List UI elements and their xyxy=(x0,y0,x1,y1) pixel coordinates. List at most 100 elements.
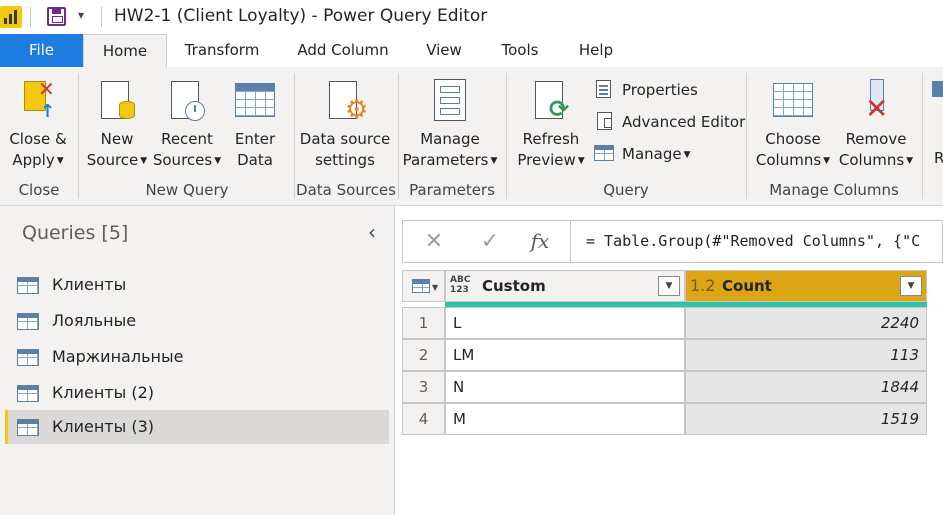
chevron-down-icon: ▼ xyxy=(214,156,222,166)
query-label: Маржинальные xyxy=(52,347,184,366)
filter-dropdown-button[interactable]: ▼ xyxy=(658,276,680,296)
cell-custom[interactable]: LM xyxy=(445,339,685,371)
tab-help[interactable]: Help xyxy=(570,34,622,67)
query-item[interactable]: Лояльные xyxy=(5,304,389,338)
cell-count[interactable]: 1844 xyxy=(685,371,927,403)
filter-dropdown-button[interactable]: ▼ xyxy=(900,276,922,296)
column-name: Count xyxy=(722,277,772,295)
query-item-selected[interactable]: Клиенты (3) xyxy=(5,410,389,444)
formula-divider xyxy=(570,221,571,262)
close-apply-button[interactable]: ✕ ↑ Close & Apply ▼ xyxy=(4,77,72,172)
chevron-down-icon: ▼ xyxy=(683,150,691,160)
queries-pane: Queries [5] ‹ Клиенты Лояльные Маржиналь… xyxy=(0,206,395,515)
group-label-query: Query xyxy=(603,181,649,199)
close-apply-label-1: Close & xyxy=(9,130,67,148)
cell-custom[interactable]: N xyxy=(445,371,685,403)
group-divider xyxy=(78,73,79,199)
row-index[interactable]: 1 xyxy=(402,307,445,339)
table-icon xyxy=(17,277,39,294)
manage-label: Manage xyxy=(622,145,682,163)
query-item[interactable]: Клиенты (2) xyxy=(5,376,389,410)
new-source-button[interactable]: New Source ▼ xyxy=(84,77,150,172)
tab-view[interactable]: View xyxy=(418,34,470,67)
query-label: Клиенты (2) xyxy=(52,383,154,402)
recent-sources-label-1: Recent xyxy=(161,130,213,148)
choose-columns-label-1: Choose xyxy=(765,130,821,148)
cancel-formula-button[interactable]: ✕ xyxy=(407,221,461,262)
refresh-preview-label-1: Refresh xyxy=(522,130,580,148)
chevron-down-icon: ▼ xyxy=(56,156,64,166)
formula-input[interactable]: = Table.Group(#"Removed Columns", {"C xyxy=(586,232,920,250)
data-source-settings-label-2: settings xyxy=(315,151,375,169)
new-source-icon xyxy=(97,77,137,123)
tab-home[interactable]: Home xyxy=(83,34,167,67)
table-menu-button[interactable]: ▼ xyxy=(402,270,445,302)
title-bar: ▾ HW2-1 (Client Loyalty) - Power Query E… xyxy=(0,0,943,34)
manage-button[interactable]: Manage ▼ xyxy=(594,142,691,166)
fx-icon[interactable]: fx xyxy=(513,221,567,262)
commit-formula-button[interactable]: ✓ xyxy=(463,221,517,262)
cell-custom[interactable]: L xyxy=(445,307,685,339)
tab-tools[interactable]: Tools xyxy=(494,34,546,67)
recent-sources-button[interactable]: Recent Sources ▼ xyxy=(152,77,222,172)
table-icon xyxy=(17,349,39,366)
table-icon xyxy=(17,385,39,402)
cell-custom[interactable]: M xyxy=(445,403,685,435)
queries-title: Queries [5] xyxy=(22,222,129,244)
query-item[interactable]: Клиенты xyxy=(5,268,389,302)
chevron-down-icon: ▼ xyxy=(432,283,439,292)
chevron-down-icon: ▼ xyxy=(490,156,498,166)
save-icon[interactable] xyxy=(47,7,66,26)
table-icon xyxy=(17,419,39,436)
choose-columns-button[interactable]: Choose Columns ▼ xyxy=(754,77,832,172)
quick-access-dropdown[interactable]: ▾ xyxy=(78,8,84,22)
formula-bar: ✕ ✓ fx = Table.Group(#"Removed Columns",… xyxy=(402,220,943,263)
enter-data-label-1: Enter xyxy=(234,130,276,148)
title-divider xyxy=(30,7,31,27)
partial-ribbon-label: R xyxy=(934,149,943,167)
column-header-count[interactable]: 1.2 Count ▼ xyxy=(685,270,927,302)
recent-sources-icon xyxy=(167,77,207,123)
chevron-down-icon: ▼ xyxy=(823,156,831,166)
refresh-preview-button[interactable]: ⟳ Refresh Preview ▼ xyxy=(514,77,588,172)
query-item[interactable]: Маржинальные xyxy=(5,340,389,374)
cell-count[interactable]: 113 xyxy=(685,339,927,371)
manage-parameters-button[interactable]: Manage Parameters ▼ xyxy=(402,77,498,172)
close-apply-icon: ✕ ↑ xyxy=(18,77,58,123)
enter-data-label-2: Data xyxy=(237,151,273,169)
query-label: Лояльные xyxy=(52,311,137,330)
properties-button[interactable]: Properties xyxy=(594,78,698,102)
tab-file[interactable]: File xyxy=(0,34,83,67)
column-header-custom[interactable]: ABC 123 Custom ▼ xyxy=(445,270,685,302)
partial-ribbon-icon xyxy=(932,81,943,97)
data-source-settings-button[interactable]: ⚙ Data source settings xyxy=(298,77,392,171)
manage-table-icon xyxy=(594,144,616,162)
tab-transform[interactable]: Transform xyxy=(180,34,264,67)
row-index[interactable]: 4 xyxy=(402,403,445,435)
column-name: Custom xyxy=(482,277,546,295)
row-index[interactable]: 2 xyxy=(402,339,445,371)
window-title: HW2-1 (Client Loyalty) - Power Query Edi… xyxy=(114,6,488,26)
power-bi-logo-icon xyxy=(0,6,22,28)
recent-sources-label-2: Sources xyxy=(152,151,213,169)
advanced-editor-button[interactable]: Advanced Editor xyxy=(594,110,745,134)
chevron-down-icon: ▼ xyxy=(577,156,585,166)
type-decimal-icon: 1.2 xyxy=(690,276,716,295)
cell-count[interactable]: 2240 xyxy=(685,307,927,339)
enter-data-button[interactable]: Enter Data xyxy=(226,77,284,171)
remove-columns-label-1: Remove xyxy=(845,130,907,148)
manage-parameters-icon xyxy=(430,77,470,123)
group-label-data-sources: Data Sources xyxy=(296,181,396,199)
group-label-manage-columns: Manage Columns xyxy=(769,181,899,199)
data-source-settings-icon: ⚙ xyxy=(325,77,368,123)
cell-count[interactable]: 1519 xyxy=(685,403,927,435)
query-label: Клиенты xyxy=(52,275,127,294)
properties-label: Properties xyxy=(622,81,698,99)
type-any-icon: ABC 123 xyxy=(450,275,471,295)
collapse-pane-icon[interactable]: ‹ xyxy=(368,220,376,244)
enter-data-icon xyxy=(235,77,275,123)
group-label-new-query: New Query xyxy=(145,181,229,199)
row-index[interactable]: 3 xyxy=(402,371,445,403)
remove-columns-button[interactable]: ✕ Remove Columns ▼ xyxy=(836,77,916,172)
tab-add-column[interactable]: Add Column xyxy=(292,34,394,67)
